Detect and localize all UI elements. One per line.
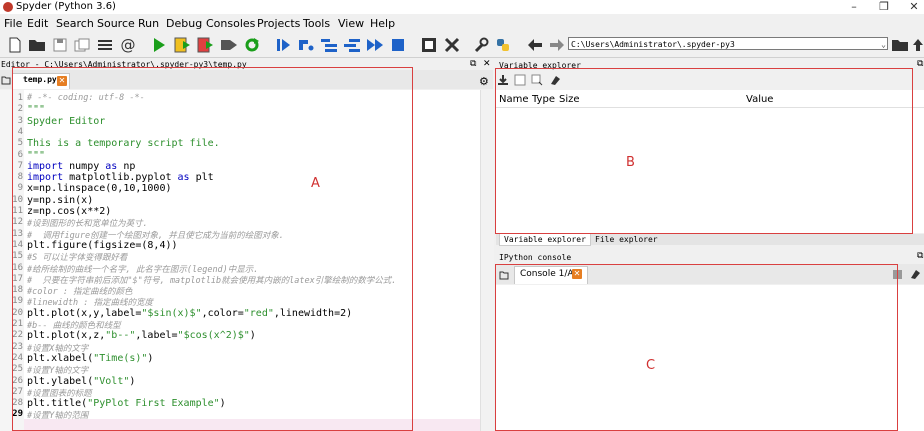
maximize-button[interactable]: ❐ [874,0,894,14]
menu-view[interactable]: View [338,16,364,31]
undock-icon[interactable]: ⧉ [917,59,923,70]
tab-file-explorer[interactable]: File explorer [591,234,662,245]
back-arrow-icon[interactable] [526,36,544,54]
working-directory-text: C:\Users\Administrator\.spyder-py3 [571,40,735,49]
close-window-button[interactable]: ✕ [904,0,924,14]
at-icon[interactable]: @ [119,36,137,54]
forward-arrow-icon[interactable] [548,36,566,54]
step-into-icon[interactable] [320,36,338,54]
continue-icon[interactable] [366,36,384,54]
gear-icon[interactable]: ⚙ [479,75,489,88]
annotation-box-b [495,68,913,234]
browse-folder-icon[interactable] [891,36,909,54]
annotation-label-a: A [311,176,320,191]
menu-file[interactable]: File [4,16,22,31]
maximize-pane-icon[interactable] [420,36,438,54]
stop-debug-icon[interactable] [389,36,407,54]
run-cell-icon[interactable] [174,36,192,54]
fullscreen-icon[interactable] [443,36,461,54]
run-icon[interactable] [150,36,168,54]
step-icon[interactable] [297,36,315,54]
save-icon[interactable] [51,36,69,54]
rerun-icon[interactable] [243,36,261,54]
annotation-box-c [495,264,898,431]
python-path-icon[interactable] [494,36,512,54]
preferences-wrench-icon[interactable] [472,36,490,54]
browse-tabs-icon[interactable] [1,75,11,88]
run-cell-advance-icon[interactable] [197,36,215,54]
menu-source[interactable]: Source [97,16,135,31]
parent-directory-icon[interactable] [912,36,924,54]
menu-projects[interactable]: Projects [257,16,300,31]
undock-icon[interactable]: ⧉ [917,251,923,262]
run-selection-icon[interactable] [220,36,238,54]
debug-icon[interactable] [274,36,292,54]
working-directory-combo[interactable]: C:\Users\Administrator\.spyder-py3 ⌄ [568,37,888,50]
menu-consoles[interactable]: Consoles [206,16,255,31]
new-file-icon[interactable] [6,36,24,54]
chevron-down-icon[interactable]: ⌄ [881,38,886,51]
window-title: Spyder (Python 3.6) [16,1,116,12]
close-pane-icon[interactable]: ✕ [483,59,491,70]
open-folder-icon[interactable] [28,36,46,54]
title-bar [0,0,924,14]
menu-run[interactable]: Run [138,16,159,31]
ipython-console-title: IPython console [499,253,572,262]
save-all-icon[interactable] [73,36,91,54]
spyder-app-icon [3,2,13,12]
menu-edit[interactable]: Edit [27,16,48,31]
annotation-label-b: B [626,155,635,170]
menu-help[interactable]: Help [370,16,395,31]
menu-tools[interactable]: Tools [303,16,330,31]
editor-scrollbar[interactable] [480,90,494,431]
step-return-icon[interactable] [343,36,361,54]
list-icon[interactable] [96,36,114,54]
annotation-box-a [12,67,413,431]
annotation-label-c: C [646,358,656,373]
minimize-button[interactable]: – [844,0,864,14]
eraser-icon[interactable] [909,268,921,283]
tab-variable-explorer[interactable]: Variable explorer [499,234,591,246]
menu-search[interactable]: Search [56,16,94,31]
undock-icon[interactable]: ⧉ [470,59,476,70]
menu-debug[interactable]: Debug [166,16,202,31]
